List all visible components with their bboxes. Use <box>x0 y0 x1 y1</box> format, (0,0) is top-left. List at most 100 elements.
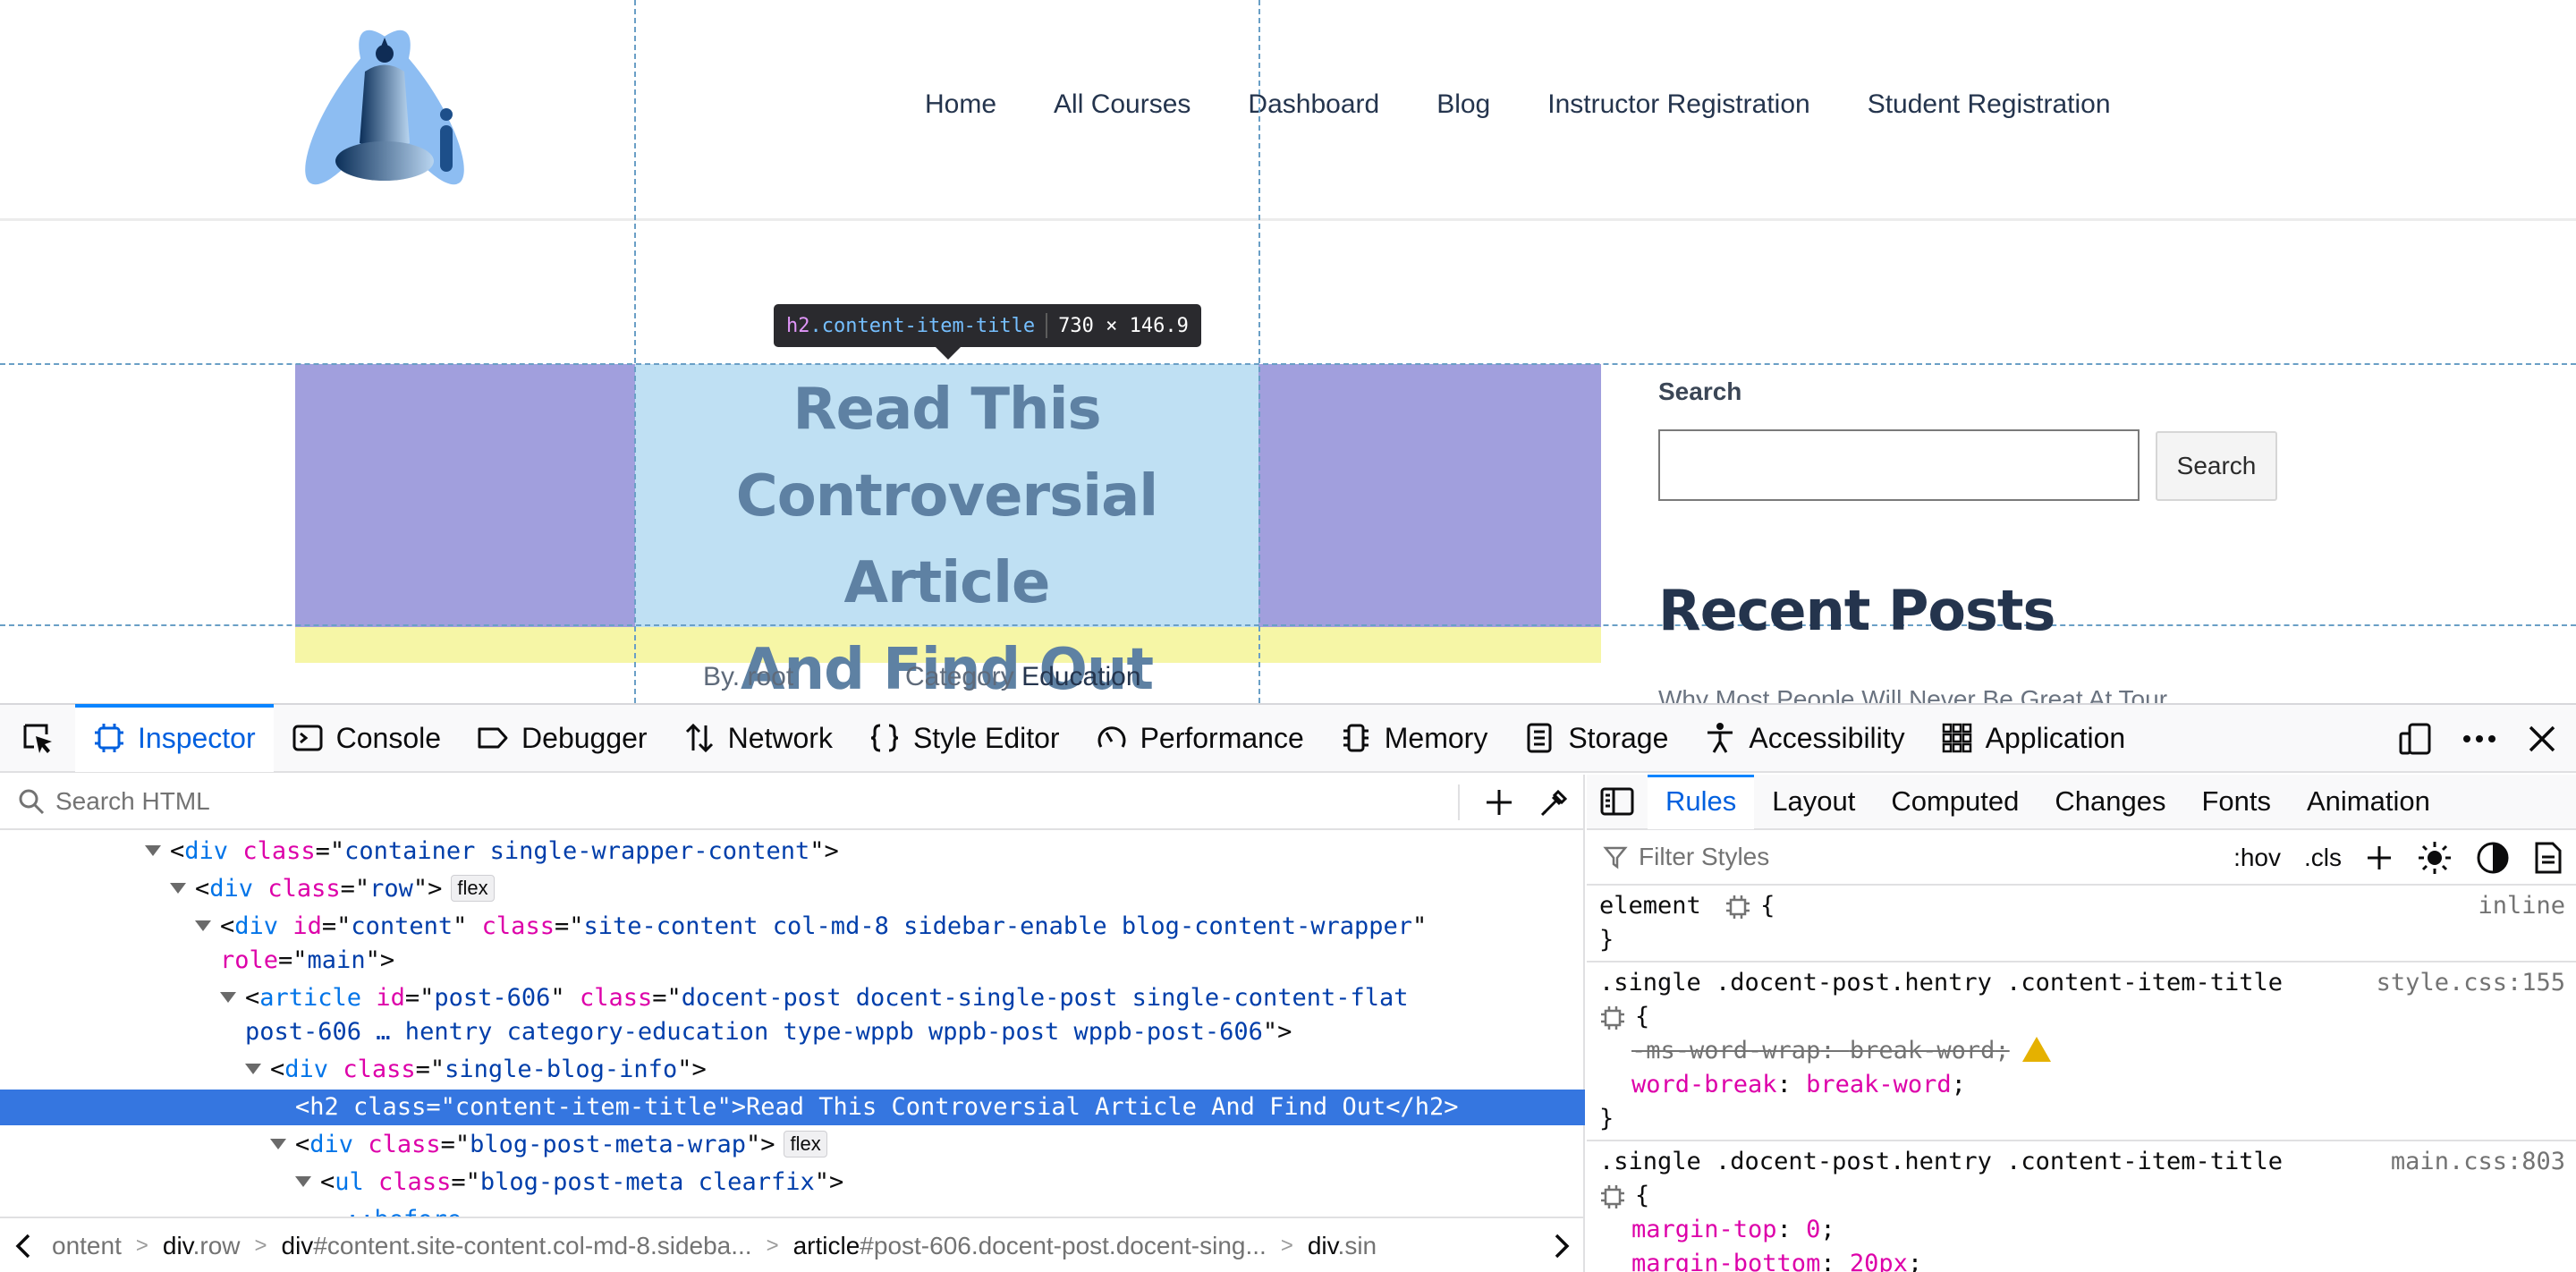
dark-theme-icon[interactable] <box>2476 841 2510 875</box>
sidebar-panel: Rules Layout Computed Changes Fonts Anim… <box>1587 775 2576 1272</box>
tab-memory[interactable]: Memory <box>1322 704 1506 772</box>
html-search-input[interactable] <box>55 787 1397 816</box>
nav-item-instructor-registration[interactable]: Instructor Registration <box>1547 89 1809 120</box>
infobar-separator <box>1046 313 1048 338</box>
node-highlight-icon[interactable] <box>1724 894 1751 920</box>
tree-node-pseudo[interactable]: ::before <box>0 1202 1585 1217</box>
breadcrumb-separator-icon: > <box>135 1234 148 1258</box>
filter-styles-input[interactable] <box>1639 843 2086 871</box>
expand-twisty[interactable] <box>220 991 236 1003</box>
tree-node[interactable]: <ul class="blog-post-meta clearfix"> <box>0 1165 1585 1200</box>
expand-twisty[interactable] <box>195 920 211 931</box>
sidebar-search-input[interactable] <box>1658 429 2140 501</box>
header-divider <box>0 218 2576 221</box>
tab-fonts[interactable]: Fonts <box>2183 775 2289 829</box>
css-rule[interactable]: .single .docent-post.hentry .content-ite… <box>1587 1141 2576 1272</box>
element-picker-button[interactable] <box>0 704 75 772</box>
tab-performance[interactable]: Performance <box>1078 704 1322 772</box>
css-declaration[interactable]: word-break: break-word; <box>1599 1068 2565 1102</box>
css-rule[interactable]: .single .docent-post.hentry .content-ite… <box>1587 962 2576 1141</box>
post-category-link[interactable]: Education <box>1021 662 1140 691</box>
site-logo[interactable] <box>295 18 474 197</box>
markup-view: <div class="container single-wrapper-con… <box>0 775 1585 1272</box>
tab-label: Performance <box>1140 721 1304 754</box>
class-toggle[interactable]: .cls <box>2304 844 2342 872</box>
page-viewport: Home All Courses Dashboard Blog Instruct… <box>0 0 2576 703</box>
expand-twisty[interactable] <box>145 844 161 856</box>
nav-item-student-registration[interactable]: Student Registration <box>1868 89 2111 120</box>
tab-rules[interactable]: Rules <box>1648 775 1755 829</box>
breadcrumb-scroll-right[interactable] <box>1538 1233 1585 1259</box>
main-navigation: Home All Courses Dashboard Blog Instruct… <box>925 89 2111 120</box>
expand-twisty[interactable] <box>245 1063 261 1074</box>
close-icon[interactable] <box>2526 723 2558 755</box>
tab-accessibility[interactable]: Accessibility <box>1686 704 1922 772</box>
rule-selector[interactable]: .single .docent-post.hentry .content-ite… <box>1599 969 2283 996</box>
print-media-icon[interactable] <box>2533 841 2563 875</box>
css-declaration[interactable]: margin-top: 0; <box>1599 1213 2565 1247</box>
tab-animations[interactable]: Animation <box>2289 775 2448 829</box>
nav-item-all-courses[interactable]: All Courses <box>1054 89 1191 120</box>
markup-tree: <div class="container single-wrapper-con… <box>0 832 1585 1217</box>
tab-storage[interactable]: Storage <box>1505 704 1686 772</box>
expand-twisty[interactable] <box>270 1138 286 1149</box>
breadcrumb-item[interactable]: div.row <box>157 1232 246 1260</box>
nav-item-blog[interactable]: Blog <box>1436 89 1490 120</box>
flex-badge[interactable]: flex <box>784 1130 827 1158</box>
css-rule-element[interactable]: element { } inline <box>1587 886 2576 962</box>
application-icon <box>1942 723 1971 753</box>
responsive-design-icon[interactable] <box>2397 721 2433 757</box>
tab-debugger[interactable]: Debugger <box>459 704 665 772</box>
css-declaration-invalid[interactable]: -ms-word-wrap: break-word; <box>1599 1034 2565 1068</box>
breadcrumb-scroll-left[interactable] <box>0 1233 47 1259</box>
tree-node[interactable]: <div class="single-blog-info"> <box>0 1052 1585 1088</box>
expand-twisty[interactable] <box>170 882 186 894</box>
node-highlight-icon[interactable] <box>1599 1183 1626 1210</box>
breadcrumb-item[interactable]: div.sin <box>1302 1232 1382 1260</box>
rule-selector[interactable]: element <box>1599 892 1701 920</box>
infobar-arrow <box>936 347 961 360</box>
tab-style-editor[interactable]: Style Editor <box>851 704 1078 772</box>
nav-item-home[interactable]: Home <box>925 89 996 120</box>
rule-selector[interactable]: .single .docent-post.hentry .content-ite… <box>1599 1148 2283 1175</box>
tab-inspector[interactable]: Inspector <box>75 704 274 772</box>
tab-layout[interactable]: Layout <box>1754 775 1873 829</box>
style-editor-icon <box>870 724 899 752</box>
tree-node-continuation: post-606 … hentry category-education typ… <box>245 1018 1292 1046</box>
post-title-line: Read This <box>792 377 1101 443</box>
toggle-sidebar-button[interactable] <box>1587 775 1648 829</box>
more-options-icon[interactable] <box>2460 721 2499 757</box>
recent-post-link[interactable]: Why Most People Will Never Be Great At T… <box>1658 685 2167 703</box>
pseudo-class-toggle[interactable]: :hov <box>2233 844 2281 872</box>
flex-badge[interactable]: flex <box>451 874 495 902</box>
add-rule-icon[interactable] <box>2365 844 2394 872</box>
tab-network[interactable]: Network <box>665 704 851 772</box>
inspector-icon <box>95 724 123 752</box>
add-node-icon[interactable] <box>1483 786 1515 818</box>
css-declaration[interactable]: margin-bottom: 20px; <box>1599 1247 2565 1272</box>
tab-application[interactable]: Application <box>1923 704 2144 772</box>
node-highlight-icon[interactable] <box>1599 1005 1626 1031</box>
tab-computed[interactable]: Computed <box>1873 775 2037 829</box>
eyedropper-icon[interactable] <box>1538 786 1571 818</box>
tree-node[interactable]: <article id="post-606" class="docent-pos… <box>0 980 1585 1016</box>
tree-node[interactable]: <div class="blog-post-meta-wrap"> flex <box>0 1127 1585 1163</box>
tab-changes[interactable]: Changes <box>2037 775 2183 829</box>
warning-icon[interactable] <box>2021 1036 2051 1062</box>
light-theme-icon[interactable] <box>2417 840 2453 876</box>
sidebar-search-button[interactable]: Search <box>2156 431 2277 501</box>
breadcrumb-item[interactable]: div#content.site-content.col-md-8.sideba… <box>276 1232 758 1260</box>
rule-source[interactable]: inline <box>2478 889 2565 923</box>
expand-twisty[interactable] <box>295 1175 311 1187</box>
nav-item-dashboard[interactable]: Dashboard <box>1248 89 1379 120</box>
breadcrumb-item[interactable]: ontent <box>47 1232 127 1260</box>
tree-node-selected[interactable]: <h2 class="content-item-title">Read This… <box>0 1090 1585 1125</box>
tree-node[interactable]: <div class="container single-wrapper-con… <box>0 834 1585 869</box>
tree-node[interactable]: <div class="row"> flex <box>0 871 1585 907</box>
tab-console[interactable]: Console <box>274 704 459 772</box>
tab-label: Inspector <box>138 721 256 754</box>
breadcrumb-item[interactable]: article#post-606.docent-post.docent-sing… <box>788 1232 1272 1260</box>
tree-node[interactable]: <div id="content" class="site-content co… <box>0 909 1585 945</box>
rule-source[interactable]: main.css:803 <box>2391 1145 2565 1179</box>
rule-source[interactable]: style.css:155 <box>2377 966 2565 1000</box>
